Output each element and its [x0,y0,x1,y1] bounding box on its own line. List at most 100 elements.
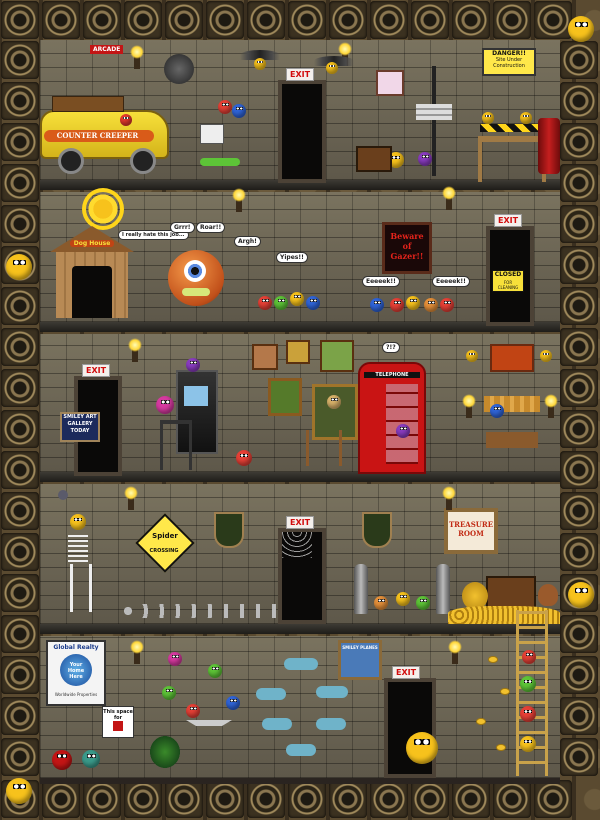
border-smiley [568,582,594,608]
danger-sign: DANGER!! Site Under Construction [482,48,536,76]
realty-center: Your Home Here [67,662,85,680]
border-tile [534,1,572,39]
border-tile [1,451,39,489]
exit-sign: EXIT [392,666,421,679]
bat-smiley [326,62,338,74]
crowd-character [390,298,404,312]
coin [496,744,506,751]
phone-box[interactable]: TELEPHONE [358,362,426,474]
skeleton-legs [70,564,92,612]
ladder[interactable] [516,610,548,776]
border-tile [560,164,598,202]
border-tile [560,533,598,571]
spider-crossing-bottom: CROSSING [149,548,179,554]
gallery-notice: SMILEY ART GALLERY TODAY [60,412,100,442]
border-tile [560,287,598,325]
border-tile [42,780,80,818]
torch [130,640,144,664]
speech-bubble: Argh! [234,236,261,247]
suit-of-armor [436,564,450,614]
speech-bubble: Eeeeek!! [362,276,400,287]
speech-bubble: Yipes!! [276,252,308,263]
ladder-character [520,676,536,692]
border-tile [534,780,572,818]
floor-4-beam [40,624,560,634]
border-tile [1,205,39,243]
red-sign: ARCADE [90,45,124,54]
torch [442,486,456,510]
border-tile [560,41,598,79]
space-for-rent-sign: This space for [102,706,134,738]
border-tile [560,369,598,407]
coin [500,688,510,695]
closed-text: CLOSED [494,271,522,278]
border-tile [560,205,598,243]
border-tile [1,1,39,39]
border-tile [329,780,367,818]
top-hat-character [52,750,72,770]
crowd-character [374,596,388,610]
worker-smiley [482,112,494,124]
danger-title: DANGER!! [492,50,526,57]
notice-board [376,70,404,96]
green-slime [200,158,240,166]
torch [232,188,246,212]
border-tile [493,1,531,39]
bus-luggage [52,96,124,112]
crowd-character [258,296,272,310]
speech-bubble: ?!? [382,342,400,353]
border-tile [1,82,39,120]
border-tile [165,780,203,818]
exit-door[interactable] [278,80,326,183]
toy-plane [256,688,286,700]
skeleton-head [70,514,86,530]
border-tile [288,1,326,39]
border-tile [560,451,598,489]
gazer-mouth [182,288,210,296]
border-tile [560,615,598,653]
spider-group [120,604,280,618]
painting [286,340,310,364]
crowd-character [274,296,288,310]
border-tile [1,328,39,366]
dog-house-door [72,266,112,318]
coin [488,656,498,663]
border-tile [206,1,244,39]
border-tile [329,1,367,39]
realty-title: Global Realty [53,644,99,651]
toy-plane [262,718,292,730]
exit-sign: EXIT [286,516,315,529]
torch [442,186,456,210]
border-tile [1,164,39,202]
cherub [208,664,222,678]
closed-sign: CLOSED FOR CLEANING [492,270,524,292]
border-tile [1,369,39,407]
danger-subtitle: Site Under Construction [493,57,525,69]
cherub [162,686,176,700]
construction-barrier [480,124,538,132]
border-tile [370,780,408,818]
top-hat-character [82,750,100,768]
border-tile [247,780,285,818]
speech-bubble: Grrr! [170,222,195,233]
border-tile [1,738,39,776]
border-tile [288,780,326,818]
signpost-arrows [416,104,452,120]
flying-character [218,100,232,114]
exit-door[interactable] [384,678,436,778]
space-red-block [113,721,123,731]
border-tile [1,615,39,653]
gazer-monster [168,250,224,306]
easel [306,430,342,466]
border-tile [560,410,598,448]
treasure-room-text: TREASURE ROOM [448,520,494,538]
heraldic-shield [214,512,244,548]
cherub [226,696,240,710]
painting [320,340,354,372]
coin [476,718,486,725]
crowd-character [306,296,320,310]
global-realty-sign: Global Realty Your Home Here Worldwide P… [46,640,106,706]
border-tile [1,574,39,612]
cherub [186,704,200,718]
bus[interactable]: COUNTER CREEPER [40,96,170,174]
